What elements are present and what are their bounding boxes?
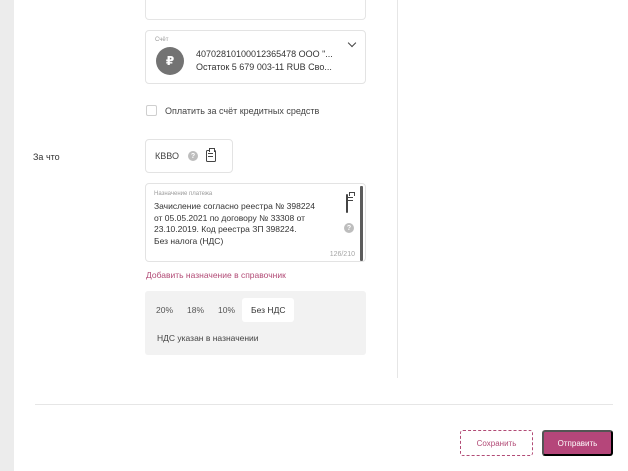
vat-option-20[interactable]: 20% <box>149 298 180 322</box>
scrollbar[interactable] <box>360 186 363 261</box>
vat-option-none[interactable]: Без НДС <box>242 298 295 322</box>
clipboard-icon[interactable] <box>205 148 216 162</box>
clipboard-icon[interactable] <box>346 194 348 213</box>
vat-note: НДС указан в назначении <box>157 333 259 343</box>
payment-purpose-line: Зачисление согласно реестра № 398224 <box>154 201 316 211</box>
vat-rate-selector[interactable]: 20% 18% 10% Без НДС <box>149 298 295 322</box>
chevron-down-icon[interactable] <box>347 38 357 48</box>
vat-option-18[interactable]: 18% <box>180 298 211 322</box>
payment-purpose-text[interactable]: Зачисление согласно реестра № 398224 от … <box>154 201 332 247</box>
help-icon[interactable]: ? <box>187 151 198 161</box>
purpose-section-label: За что <box>33 152 60 162</box>
payment-purpose-line: Без налога (НДС) <box>154 235 224 246</box>
credit-checkbox[interactable] <box>146 105 157 116</box>
account-balance: Остаток 5 679 003-11 RUB Сво... <box>196 62 332 72</box>
account-select[interactable]: Счёт ₽ 40702810100012365478 ООО "... Ост… <box>145 30 366 84</box>
credit-checkbox-label: Оплатить за счёт кредитных средств <box>165 105 320 116</box>
column-divider <box>397 0 398 378</box>
window-edge <box>0 0 14 471</box>
account-field-label: Счёт <box>155 37 169 43</box>
add-to-directory-link[interactable]: Добавить назначение в справочник <box>146 270 286 280</box>
previous-field-card[interactable] <box>145 0 366 20</box>
character-counter: 126/210 <box>329 251 355 258</box>
account-number: 40702810100012365478 ООО "... <box>196 49 333 59</box>
send-button[interactable]: Отправить <box>542 430 613 456</box>
save-button[interactable]: Сохранить <box>460 430 533 456</box>
credit-option[interactable]: Оплатить за счёт кредитных средств <box>146 105 319 116</box>
payment-purpose-line: от 05.05.2021 по договору № 33308 от <box>154 212 306 223</box>
footer-divider <box>35 404 613 405</box>
help-icon[interactable]: ? <box>344 223 354 233</box>
payment-purpose-textarea[interactable]: Назначение платежа Зачисление согласно р… <box>145 183 366 262</box>
payment-purpose-line: 23.10.2019. Код реестра ЗП 398224. <box>154 224 297 234</box>
payment-purpose-label: Назначение платежа <box>154 191 213 197</box>
ruble-icon: ₽ <box>156 47 184 75</box>
vat-panel: 20% 18% 10% Без НДС НДС указан в назначе… <box>145 291 366 355</box>
vat-option-10[interactable]: 10% <box>211 298 242 322</box>
kbvo-label: КВВО <box>155 151 179 161</box>
kbvo-field[interactable]: КВВО ? <box>145 139 233 173</box>
purpose-clipboard-button[interactable] <box>346 194 348 213</box>
